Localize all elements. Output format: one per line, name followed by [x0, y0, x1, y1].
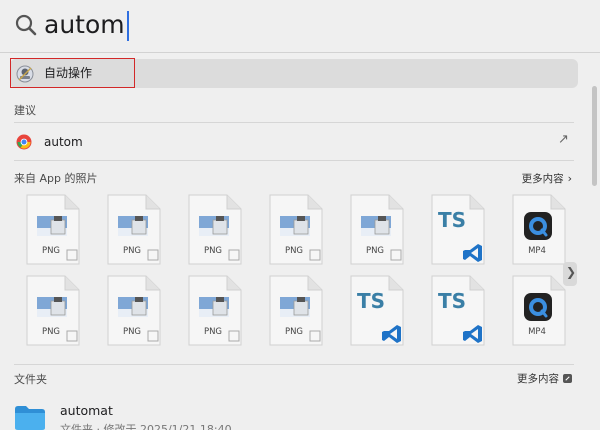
open-icon — [563, 374, 572, 383]
chevron-right-icon: ❯ — [566, 265, 577, 279]
photo-item-png[interactable]: PNG — [268, 194, 330, 266]
file-type-label: PNG — [284, 246, 304, 256]
file-type-label: PNG — [41, 246, 61, 256]
spotlight-panel: autom 自动操作 建议 autom ↗ 来自 App 的照片 更多内容 › P… — [0, 0, 600, 430]
photo-item-png[interactable]: PNG — [268, 275, 330, 347]
file-type-label: PNG — [365, 246, 385, 256]
scrollbar[interactable] — [592, 86, 597, 186]
photo-item-mp4[interactable]: MP4 — [511, 194, 573, 266]
chevron-right-icon: › — [567, 172, 572, 185]
file-type-label: PNG — [41, 327, 61, 337]
chrome-icon — [16, 134, 32, 150]
next-page-button[interactable]: ❯ — [563, 262, 577, 286]
folder-icon — [15, 406, 45, 430]
photo-item-ts[interactable]: TS — [430, 194, 492, 266]
file-type-label: PNG — [203, 246, 223, 256]
text-caret — [126, 11, 129, 41]
file-type-label: MP4 — [528, 246, 546, 256]
divider — [14, 160, 574, 161]
folders-more-label: 更多内容 — [517, 373, 559, 385]
section-title-folders: 文件夹 — [14, 373, 47, 386]
file-type-label: MP4 — [528, 327, 546, 337]
folders-more-button[interactable]: 更多内容 — [517, 372, 572, 386]
search-icon — [15, 14, 37, 36]
search-query-text[interactable]: autom — [44, 10, 125, 39]
photo-item-mp4[interactable]: MP4 — [511, 275, 573, 347]
photo-item-png[interactable]: PNG — [106, 194, 168, 266]
photo-item-ts[interactable]: TS — [349, 275, 411, 347]
photo-item-png[interactable]: PNG — [187, 275, 249, 347]
section-title-photos: 来自 App 的照片 — [14, 172, 98, 185]
automator-icon — [16, 65, 34, 83]
folder-result-name[interactable]: automat — [60, 403, 113, 418]
photos-more-button[interactable]: 更多内容 › — [522, 172, 572, 186]
file-type-label: PNG — [284, 327, 304, 337]
suggestion-item-label[interactable]: autom — [44, 134, 83, 150]
file-type-label: PNG — [203, 327, 223, 337]
file-type-label: PNG — [122, 327, 142, 337]
file-type-label: TS — [438, 289, 467, 313]
section-title-suggestions: 建议 — [14, 104, 36, 117]
top-hit-label: 自动操作 — [44, 66, 93, 80]
photo-item-png[interactable]: PNG — [25, 194, 87, 266]
photos-more-label: 更多内容 — [521, 173, 564, 185]
photo-item-png[interactable]: PNG — [25, 275, 87, 347]
divider — [14, 364, 574, 365]
photo-item-png[interactable]: PNG — [106, 275, 168, 347]
divider — [14, 122, 574, 123]
arrow-up-right-icon[interactable]: ↗ — [558, 132, 569, 147]
search-bar: autom — [0, 0, 600, 53]
file-type-label: PNG — [122, 246, 142, 256]
photo-item-ts[interactable]: TS — [430, 275, 492, 347]
photo-item-png[interactable]: PNG — [187, 194, 249, 266]
folder-result-meta: 文件夹 · 修改于 2025/1/21 18:40 — [60, 423, 232, 430]
search-input[interactable]: autom — [44, 8, 129, 42]
file-type-label: TS — [438, 208, 467, 232]
photo-item-png[interactable]: PNG — [349, 194, 411, 266]
file-type-label: TS — [357, 289, 386, 313]
